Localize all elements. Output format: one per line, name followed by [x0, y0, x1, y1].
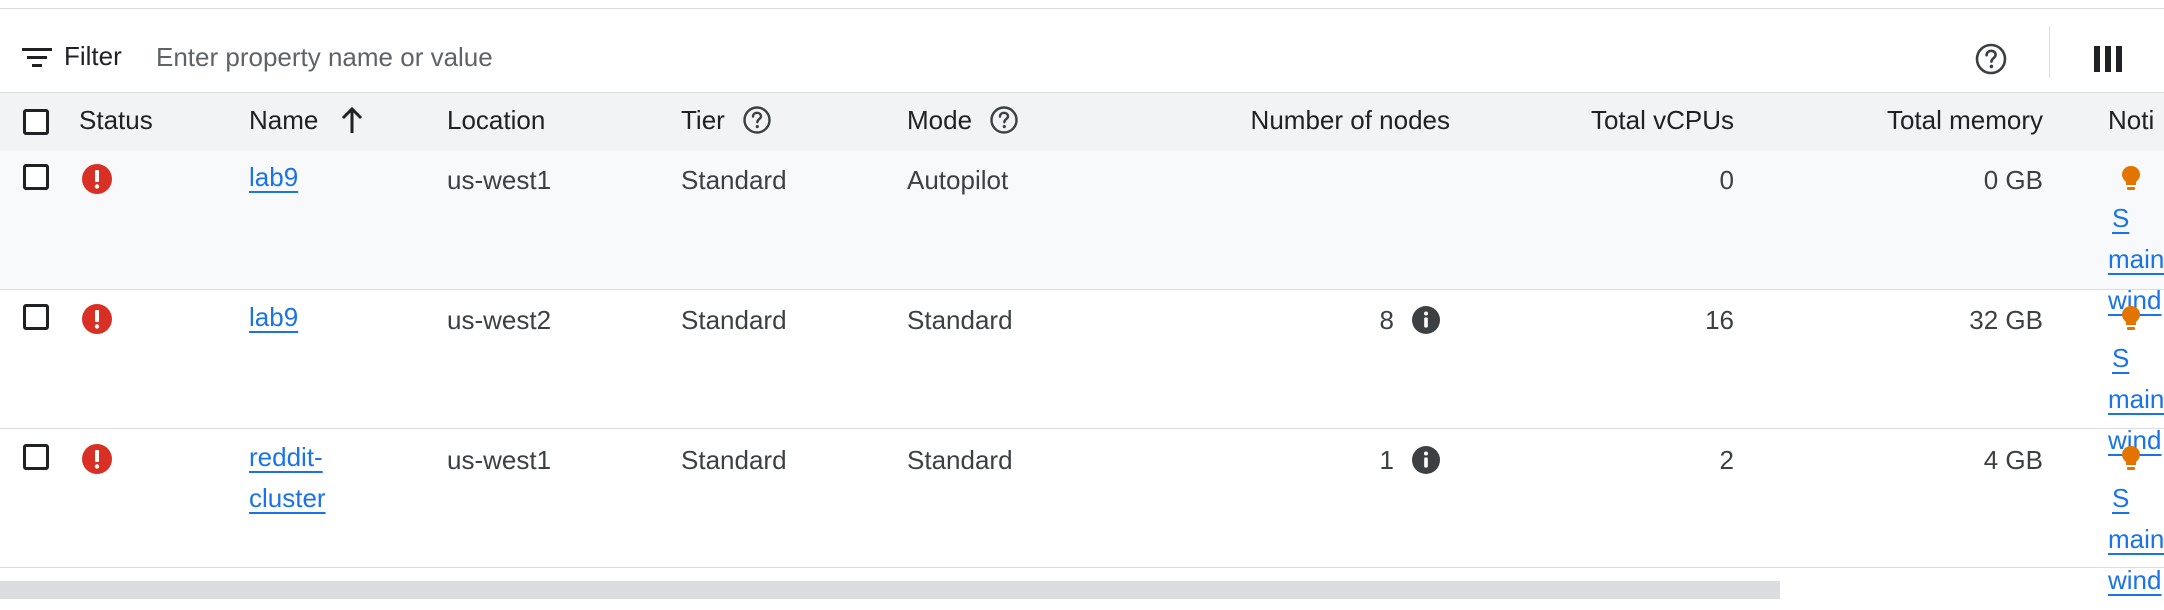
cluster-nodes: 8: [1379, 305, 1394, 335]
filter-input[interactable]: [156, 37, 1056, 77]
lightbulb-icon: [2122, 446, 2140, 471]
nodes-info-icon[interactable]: [1411, 445, 1441, 475]
nodes-info-icon[interactable]: [1411, 305, 1441, 335]
cluster-tier: Standard: [681, 305, 787, 335]
mode-help-icon[interactable]: [989, 105, 1019, 135]
error-status-icon: [82, 444, 112, 474]
cluster-memory: 0 GB: [1983, 165, 2043, 195]
notification-link[interactable]: main: [2108, 519, 2164, 560]
notification-link[interactable]: main: [2108, 379, 2164, 420]
table-header: Status Name Location Tier Mode Number of…: [0, 92, 2164, 152]
cluster-vcpus: 16: [1705, 305, 1734, 335]
column-display-icon[interactable]: [2094, 46, 2122, 72]
table-row: lab9 us-west2 Standard Standard 8 16 32 …: [0, 290, 2164, 455]
cluster-vcpus: 0: [1719, 165, 1734, 195]
lightbulb-icon: [2122, 306, 2140, 331]
column-header-mode[interactable]: Mode: [907, 105, 1019, 136]
cluster-mode: Standard: [907, 305, 1013, 335]
cluster-mode: Autopilot: [907, 165, 1009, 195]
table-row: reddit-cluster us-west1 Standard Standar…: [0, 429, 2164, 595]
cluster-tier: Standard: [681, 445, 787, 475]
column-header-name-label: Name: [249, 105, 319, 135]
cluster-nodes: 1: [1379, 445, 1394, 475]
notification-link[interactable]: wind: [2108, 560, 2164, 601]
toolbar-divider: [2049, 26, 2050, 78]
column-header-tier-label: Tier: [681, 105, 725, 135]
notification-link[interactable]: main: [2108, 239, 2164, 280]
column-header-memory[interactable]: Total memory: [1887, 105, 2043, 136]
cluster-vcpus: 2: [1719, 445, 1734, 475]
filter-icon[interactable]: [22, 46, 52, 70]
cluster-name-link[interactable]: reddit-cluster: [249, 437, 359, 519]
column-header-nodes[interactable]: Number of nodes: [1251, 105, 1450, 136]
column-header-location[interactable]: Location: [447, 105, 545, 136]
notification-line: S: [2108, 297, 2164, 379]
lightbulb-icon: [2122, 166, 2140, 191]
filter-label[interactable]: Filter: [64, 41, 122, 72]
cluster-location: us-west1: [447, 445, 552, 475]
sort-ascending-icon[interactable]: [340, 105, 364, 135]
column-header-mode-label: Mode: [907, 105, 973, 135]
column-header-vcpus[interactable]: Total vCPUs: [1591, 105, 1734, 136]
cluster-notification[interactable]: S main wind: [2108, 437, 2164, 601]
row-checkbox[interactable]: [23, 444, 49, 470]
error-status-icon: [82, 304, 112, 334]
select-all-checkbox[interactable]: [23, 109, 49, 135]
notification-line: S: [2108, 437, 2164, 519]
tier-help-icon[interactable]: [742, 105, 772, 135]
notification-link[interactable]: S: [2112, 203, 2129, 233]
notification-link[interactable]: S: [2112, 483, 2129, 513]
cluster-name-link[interactable]: lab9: [249, 157, 359, 198]
table-row: lab9 us-west1 Standard Autopilot 0 0 GB …: [0, 151, 2164, 315]
cluster-location: us-west2: [447, 305, 552, 335]
row-checkbox[interactable]: [23, 164, 49, 190]
cluster-memory: 4 GB: [1983, 445, 2043, 475]
row-checkbox[interactable]: [23, 304, 49, 330]
cluster-tier: Standard: [681, 165, 787, 195]
notification-line: S: [2108, 157, 2164, 239]
filter-bar: Filter: [0, 9, 2164, 92]
cluster-name-link[interactable]: lab9: [249, 297, 359, 338]
horizontal-scrollbar[interactable]: [0, 581, 1780, 599]
cluster-memory: 32 GB: [1969, 305, 2043, 335]
error-status-icon: [82, 164, 112, 194]
column-header-notifications[interactable]: Noti: [2108, 105, 2154, 136]
help-icon[interactable]: [1974, 42, 2008, 76]
column-header-name[interactable]: Name: [249, 105, 364, 136]
notification-link[interactable]: S: [2112, 343, 2129, 373]
column-header-tier[interactable]: Tier: [681, 105, 772, 136]
cluster-mode: Standard: [907, 445, 1013, 475]
cluster-location: us-west1: [447, 165, 552, 195]
column-header-status[interactable]: Status: [79, 105, 153, 136]
